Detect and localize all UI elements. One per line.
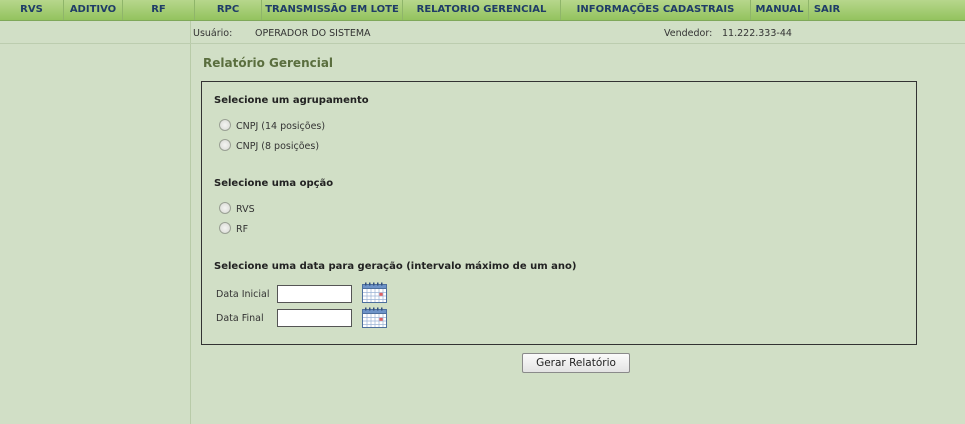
gerar-relatorio-button[interactable]: Gerar Relatório [522,353,630,373]
menu-item-manual[interactable]: MANUAL [751,0,809,20]
radio-label: RVS [236,204,255,215]
calendar-icon[interactable] [362,282,387,303]
page-title: Relatório Gerencial [203,56,334,70]
agrupamento-section-title: Selecione um agrupamento [214,95,369,106]
menu-item-informacoes-cadastrais[interactable]: INFORMAÇÕES CADASTRAIS [561,0,751,20]
radio-button[interactable] [219,139,231,151]
data-inicial-label: Data Inicial [216,289,270,300]
data-final-label: Data Final [216,313,264,324]
data-inicial-input[interactable] [277,285,352,303]
report-form-panel: Selecione um agrupamento CNPJ (14 posiçõ… [201,81,917,345]
menu-item-rvs[interactable]: RVS [0,0,64,20]
opcao-section-title: Selecione uma opção [214,178,334,189]
usuario-label: Usuário: [193,28,233,39]
menu-item-transmissao-em-lote[interactable]: TRANSMISSÃO EM LOTE [262,0,403,20]
data-section-title: Selecione uma data para geração (interva… [214,261,577,272]
vendedor-label: Vendedor: [664,28,713,39]
calendar-icon[interactable] [362,307,387,328]
header-divider [0,43,965,44]
radio-button[interactable] [219,119,231,131]
radio-label: CNPJ (8 posições) [236,141,320,152]
left-sidebar [0,21,191,424]
menu-item-relatorio-gerencial[interactable]: RELATORIO GERENCIAL [403,0,561,20]
menu-item-rf[interactable]: RF [123,0,195,20]
vendedor-value: 11.222.333-44 [722,28,792,39]
usuario-value: OPERADOR DO SISTEMA [255,28,371,39]
menu-item-sair[interactable]: SAIR [809,0,845,20]
menu-item-aditivo[interactable]: ADITIVO [64,0,123,20]
radio-label: RF [236,224,249,235]
radio-button[interactable] [219,202,231,214]
top-menu-bar: RVS ADITIVO RF RPC TRANSMISSÃO EM LOTE R… [0,0,965,21]
data-final-input[interactable] [277,309,352,327]
menu-item-rpc[interactable]: RPC [195,0,262,20]
radio-button[interactable] [219,222,231,234]
radio-label: CNPJ (14 posições) [236,121,326,132]
